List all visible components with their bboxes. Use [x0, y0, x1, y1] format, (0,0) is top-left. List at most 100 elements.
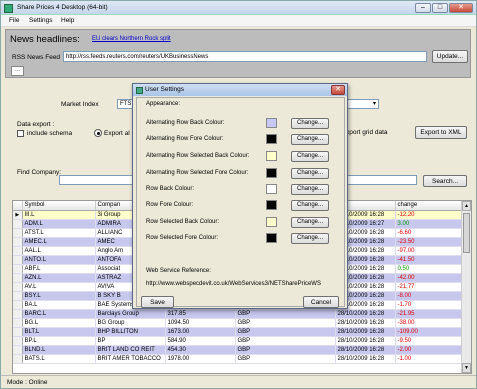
cell-cur[interactable]: GBP: [235, 354, 336, 364]
cell-cur[interactable]: GBP: [235, 327, 336, 337]
cell-date[interactable]: 28/10/2009 16:28: [335, 327, 396, 337]
save-button[interactable]: Save: [141, 296, 174, 308]
change-color-button[interactable]: Change...: [291, 217, 329, 228]
change-color-button[interactable]: Change...: [291, 233, 329, 244]
cell-company[interactable]: Barclays Group: [95, 309, 166, 319]
cell-date[interactable]: 28/10/2009 16:28: [335, 309, 396, 319]
cell-symbol[interactable]: AV.L: [22, 282, 96, 292]
row-header[interactable]: [13, 327, 23, 337]
web-service-url[interactable]: http://www.webspecdevit.co.uk/WebService…: [146, 281, 321, 287]
cell-company[interactable]: BP: [95, 336, 166, 346]
cell-change[interactable]: -42.00: [395, 273, 462, 283]
row-header[interactable]: [13, 273, 23, 283]
row-header[interactable]: [13, 237, 23, 247]
change-color-button[interactable]: Change...: [291, 184, 329, 195]
cell-change[interactable]: -9.50: [395, 336, 462, 346]
menu-help[interactable]: Help: [61, 17, 74, 24]
table-row[interactable]: BARC.L Barclays Group 317.85 GBP 28/10/2009 …: [13, 309, 462, 319]
cell-date[interactable]: 28/10/2009 16:28: [335, 336, 396, 346]
cell-symbol[interactable]: BLT.L: [22, 327, 96, 337]
cell-price[interactable]: 1978.00: [165, 354, 236, 364]
cell-symbol[interactable]: ATST.L: [22, 228, 96, 238]
cell-symbol[interactable]: BATS.L: [22, 354, 96, 364]
table-row[interactable]: BATS.L BRIT AMER TOBACCO 1978.00 GBP 28/10/2…: [13, 354, 462, 364]
cell-symbol[interactable]: BA.L: [22, 300, 96, 310]
row-header[interactable]: [13, 300, 23, 310]
col-symbol[interactable]: Symbol: [22, 201, 96, 211]
cell-company[interactable]: BRIT AMER TOBACCO: [95, 354, 166, 364]
cancel-button[interactable]: Cancel: [303, 296, 339, 308]
cell-company[interactable]: BRIT LAND CO REIT: [95, 345, 166, 355]
cell-company[interactable]: BHP BILLITON: [95, 327, 166, 337]
minimize-button[interactable]: –: [415, 3, 431, 13]
search-button[interactable]: Search...: [423, 175, 467, 187]
cell-change[interactable]: -97.00: [395, 246, 462, 256]
scroll-down-icon[interactable]: ▼: [462, 363, 471, 373]
cell-change[interactable]: 3.00: [395, 219, 462, 229]
scroll-thumb[interactable]: [463, 213, 470, 253]
row-header[interactable]: [13, 354, 23, 364]
cell-price[interactable]: 317.85: [165, 309, 236, 319]
update-button[interactable]: Update...: [432, 50, 468, 63]
cell-change[interactable]: -21.95: [395, 309, 462, 319]
cell-change[interactable]: -8.00: [395, 291, 462, 301]
cell-cur[interactable]: GBP: [235, 318, 336, 328]
cell-symbol[interactable]: AMEC.L: [22, 237, 96, 247]
cell-symbol[interactable]: BSY.L: [22, 291, 96, 301]
rss-url-input[interactable]: http://rss.feeds.reuters.com/reuters/UKB…: [63, 51, 427, 62]
row-header[interactable]: [13, 282, 23, 292]
cell-symbol[interactable]: BLND.L: [22, 345, 96, 355]
change-color-button[interactable]: Change...: [291, 151, 329, 162]
cell-price[interactable]: 1673.00: [165, 327, 236, 337]
row-header[interactable]: [13, 336, 23, 346]
cell-change[interactable]: -38.00: [395, 318, 462, 328]
row-header[interactable]: ▶: [13, 210, 23, 220]
row-header[interactable]: [13, 228, 23, 238]
row-header[interactable]: [13, 291, 23, 301]
cell-symbol[interactable]: III.L: [22, 210, 96, 220]
row-header[interactable]: [13, 264, 23, 274]
cell-date[interactable]: 28/10/2009 16:28: [335, 318, 396, 328]
scroll-up-icon[interactable]: ▲: [462, 201, 471, 211]
cell-cur[interactable]: GBP: [235, 309, 336, 319]
row-header[interactable]: [13, 318, 23, 328]
cell-symbol[interactable]: ANTO.L: [22, 255, 96, 265]
cell-change[interactable]: -6.60: [395, 228, 462, 238]
include-schema-checkbox[interactable]: [17, 130, 24, 137]
cell-change[interactable]: -23.50: [395, 237, 462, 247]
menu-settings[interactable]: Settings: [29, 17, 53, 24]
cell-cur[interactable]: GBP: [235, 336, 336, 346]
col-change[interactable]: change: [395, 201, 462, 211]
cell-change[interactable]: 0.50: [395, 264, 462, 274]
cell-symbol[interactable]: BP.L: [22, 336, 96, 346]
toggle-button[interactable]: …: [11, 66, 24, 76]
dialog-close-button[interactable]: ✕: [331, 85, 345, 95]
maximize-button[interactable]: □: [432, 3, 448, 13]
change-color-button[interactable]: Change...: [291, 168, 329, 179]
cell-change[interactable]: -109.00: [395, 327, 462, 337]
cell-price[interactable]: 454.30: [165, 345, 236, 355]
table-row[interactable]: BP.L BP 584.90 GBP 28/10/2009 16:28 -9.50: [13, 336, 462, 346]
menu-file[interactable]: File: [9, 17, 19, 24]
cell-date[interactable]: 28/10/2009 16:28: [335, 354, 396, 364]
table-row[interactable]: BG.L BG Group 1094.50 GBP 28/10/2009 16:28 -3…: [13, 318, 462, 328]
cell-change[interactable]: -12.20: [395, 210, 462, 220]
cell-symbol[interactable]: AAL.L: [22, 246, 96, 256]
cell-symbol[interactable]: AZN.L: [22, 273, 96, 283]
row-header[interactable]: [13, 309, 23, 319]
vertical-scrollbar[interactable]: ▲ ▼: [461, 201, 471, 373]
change-color-button[interactable]: Change...: [291, 134, 329, 145]
row-header[interactable]: [13, 219, 23, 229]
cell-symbol[interactable]: BARC.L: [22, 309, 96, 319]
export-all-radio[interactable]: [94, 129, 102, 137]
cell-date[interactable]: 28/10/2009 16:28: [335, 345, 396, 355]
table-row[interactable]: BLND.L BRIT LAND CO REIT 454.30 GBP 28/10/20…: [13, 345, 462, 355]
change-color-button[interactable]: Change...: [291, 118, 329, 129]
row-header[interactable]: [13, 345, 23, 355]
cell-change[interactable]: -21.77: [395, 282, 462, 292]
cell-company[interactable]: BG Group: [95, 318, 166, 328]
headline-link[interactable]: EU clears Northern Rock split: [92, 36, 171, 42]
cell-symbol[interactable]: ADM.L: [22, 219, 96, 229]
table-row[interactable]: BLT.L BHP BILLITON 1673.00 GBP 28/10/2009 16…: [13, 327, 462, 337]
cell-symbol[interactable]: BG.L: [22, 318, 96, 328]
